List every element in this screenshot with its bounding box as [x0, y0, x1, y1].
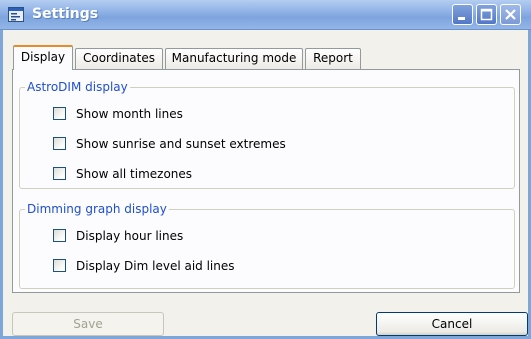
- show-month-lines-label[interactable]: Show month lines: [76, 106, 183, 122]
- title-bar[interactable]: Settings: [0, 0, 531, 30]
- maximize-icon: [480, 8, 493, 21]
- tab-report[interactable]: Report: [305, 48, 361, 69]
- show-all-timezones-checkbox[interactable]: [53, 167, 66, 180]
- display-dim-level-aid-lines-label[interactable]: Display Dim level aid lines: [76, 258, 235, 274]
- tab-coordinates[interactable]: Coordinates: [75, 48, 163, 69]
- minimize-button[interactable]: [452, 4, 473, 25]
- close-icon: [505, 9, 516, 20]
- settings-window: Settings Display Coordinates Manufacturi…: [0, 0, 531, 339]
- maximize-button[interactable]: [476, 4, 497, 25]
- dimming-group-title: Dimming graph display: [25, 202, 169, 216]
- display-dim-level-aid-lines-checkbox[interactable]: [53, 259, 66, 272]
- show-all-timezones-label[interactable]: Show all timezones: [76, 166, 192, 182]
- minimize-icon: [458, 17, 465, 20]
- display-hour-lines-checkbox[interactable]: [53, 229, 66, 242]
- cancel-button[interactable]: Cancel: [376, 312, 528, 336]
- settings-app-icon: [8, 7, 24, 22]
- dimming-graph-display-group: Dimming graph display Display hour lines…: [19, 202, 515, 289]
- show-sunrise-sunset-extremes-checkbox[interactable]: [53, 137, 66, 150]
- tab-manufacturing-mode[interactable]: Manufacturing mode: [165, 48, 303, 69]
- tab-display[interactable]: Display: [13, 45, 73, 70]
- astrodim-display-group: AstroDIM display Show month lines Show s…: [19, 80, 515, 189]
- astrodim-group-title: AstroDIM display: [25, 80, 130, 94]
- display-hour-lines-label[interactable]: Display hour lines: [76, 228, 183, 244]
- window-title: Settings: [32, 6, 99, 22]
- show-sunrise-sunset-extremes-label[interactable]: Show sunrise and sunset extremes: [76, 136, 286, 152]
- dialog-button-bar: Save Cancel: [3, 296, 528, 336]
- show-month-lines-checkbox[interactable]: [53, 107, 66, 120]
- save-button[interactable]: Save: [12, 312, 164, 336]
- display-tab-panel: AstroDIM display Show month lines Show s…: [12, 69, 520, 293]
- close-button[interactable]: [500, 4, 521, 25]
